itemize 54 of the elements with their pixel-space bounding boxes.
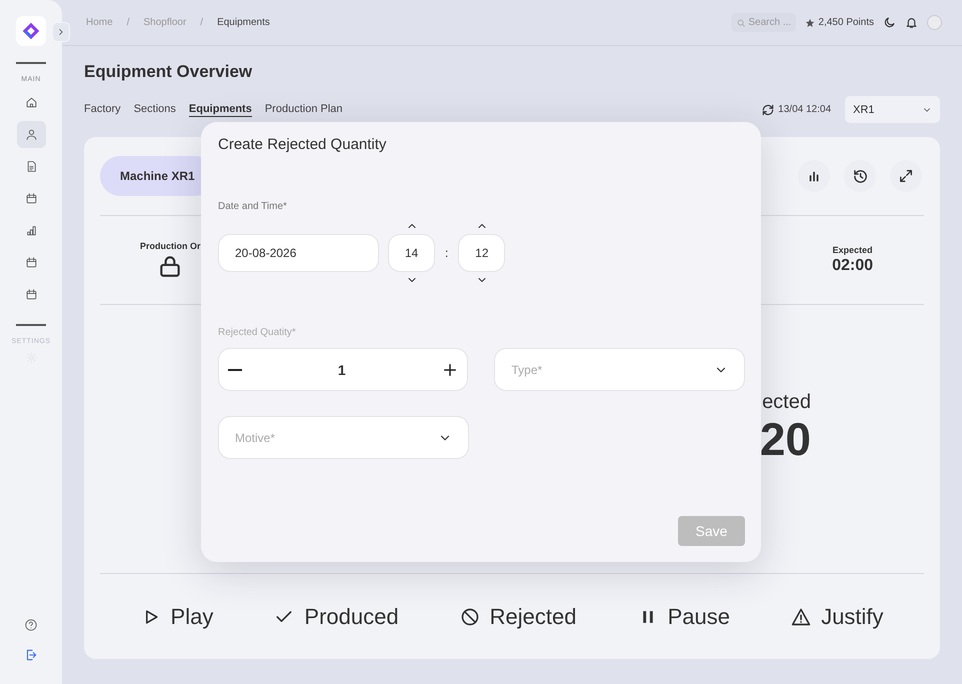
time-separator: : (445, 246, 448, 260)
logo-icon (16, 16, 46, 46)
minus-button[interactable] (228, 368, 242, 370)
sidebar-item[interactable] (16, 121, 46, 148)
quantity-value[interactable]: 1 (312, 362, 372, 378)
refresh-icon[interactable] (761, 102, 776, 116)
expand-button[interactable] (890, 160, 922, 192)
action-button[interactable]: Play (140, 604, 214, 630)
action-button[interactable]: Pause (638, 604, 730, 630)
calendar-icon (24, 288, 38, 301)
calendar-icon (24, 192, 38, 205)
chart-button[interactable] (798, 160, 830, 192)
calendar-icon (24, 256, 38, 269)
action-button[interactable]: Produced (274, 604, 399, 630)
action-button[interactable]: Justify (791, 604, 884, 630)
logout-icon[interactable] (24, 648, 38, 662)
history-icon (852, 168, 868, 184)
points-label: 2,450 Points (818, 17, 874, 28)
refresh-time: 13/04 12:04 (778, 104, 831, 115)
tab[interactable]: Production Plan (264, 102, 343, 116)
breadcrumb-separator: / (200, 17, 204, 28)
history-button[interactable] (844, 160, 876, 192)
stat-label: Production Or (140, 241, 200, 251)
page-title: Equipment Overview (84, 62, 254, 82)
equipment-select[interactable]: XR1 (845, 96, 940, 123)
home-icon (24, 96, 38, 109)
bar-chart-icon (24, 224, 38, 237)
ban-icon (460, 606, 480, 626)
stat-value: 20 (760, 416, 811, 462)
tab[interactable]: Equipments (188, 102, 252, 116)
hour-field[interactable]: 14 (388, 234, 435, 272)
star-icon (805, 18, 816, 28)
minute-field[interactable]: 12 (458, 234, 506, 272)
bar-chart-icon (807, 169, 821, 183)
field-label: Rejected Quatity* (218, 327, 297, 338)
search-field[interactable]: Search ... (731, 13, 796, 32)
stat-label: Expected (832, 245, 873, 255)
breadcrumb: Equipments (217, 17, 270, 28)
expand-icon (898, 168, 914, 184)
stat-label: ected (762, 391, 811, 414)
tab[interactable]: Sections (134, 102, 176, 116)
field-label: Date and Time* (218, 201, 288, 212)
bell-icon[interactable] (905, 16, 918, 29)
tab[interactable]: Factory (84, 102, 121, 116)
breadcrumb-separator: / (126, 17, 130, 28)
user-icon (24, 128, 38, 141)
help-icon[interactable] (24, 618, 38, 632)
date-field[interactable]: 20-08-2026 (218, 234, 379, 272)
moon-icon[interactable] (883, 16, 896, 29)
action-button[interactable]: Rejected (460, 604, 577, 630)
dialog-title: Create Rejected Quantity (218, 136, 388, 153)
minus-icon (228, 368, 242, 370)
stat-value: 02:00 (832, 257, 873, 275)
warning-icon (791, 606, 812, 626)
